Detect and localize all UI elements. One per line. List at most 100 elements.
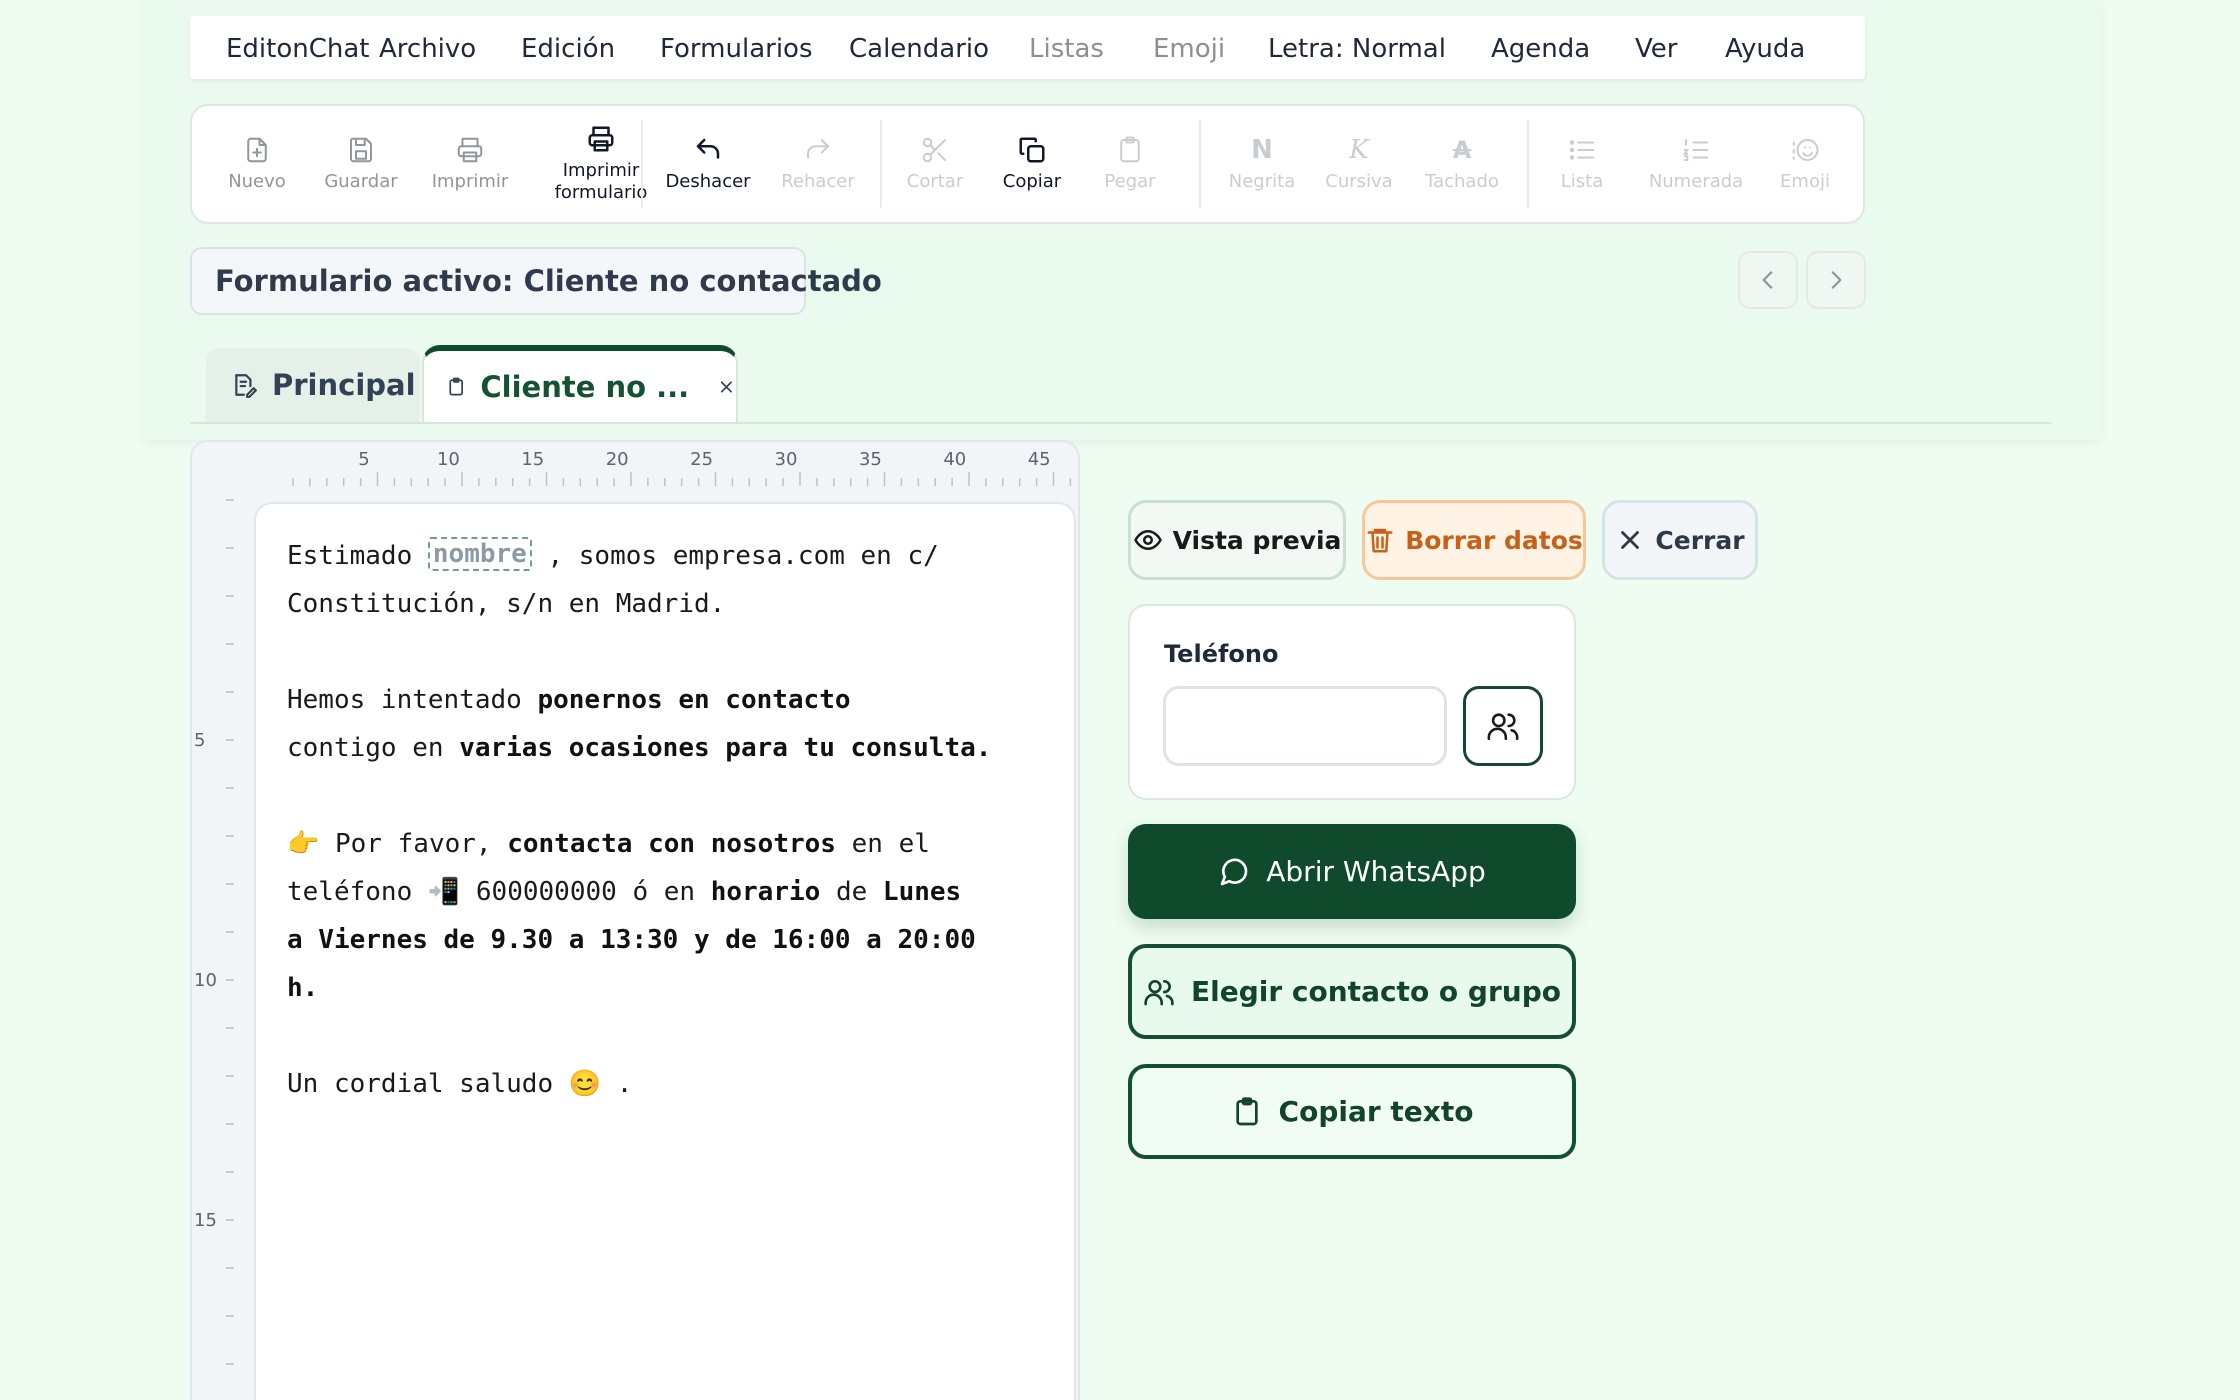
imprimir-formulario-label: Imprimir formulario	[554, 160, 648, 203]
emoji-button[interactable]: Emoji	[1765, 106, 1845, 222]
guardar-button[interactable]: Guardar	[316, 106, 406, 222]
previous-button[interactable]	[1738, 251, 1798, 309]
rehacer-label: Rehacer	[781, 171, 855, 192]
imprimir-button[interactable]: Imprimir	[420, 106, 520, 222]
menu-listas[interactable]: Listas	[1029, 34, 1104, 64]
phone-contacts-button[interactable]	[1463, 686, 1543, 766]
ruler-label: 35	[859, 449, 882, 470]
ruler-label: 40	[943, 449, 966, 470]
menu-bar: EditonChat Archivo Edición Formularios C…	[190, 16, 1865, 79]
bold-icon: N	[1251, 135, 1273, 165]
close-label: Cerrar	[1655, 525, 1745, 555]
copy-text-button[interactable]: Copiar texto	[1128, 1064, 1576, 1159]
text-run: Hemos intentado	[287, 685, 538, 715]
imprimir-label: Imprimir	[431, 171, 509, 192]
ruler-label: 20	[606, 449, 629, 470]
pegar-button[interactable]: Pegar	[1090, 106, 1170, 222]
bold-text: contacta con nosotros	[507, 829, 836, 859]
copy-icon	[1019, 137, 1045, 163]
bullet-list-icon	[1569, 140, 1595, 160]
open-whatsapp-label: Abrir WhatsApp	[1266, 855, 1486, 888]
ruler-label: 5	[358, 449, 369, 470]
rehacer-button[interactable]: Rehacer	[768, 106, 868, 222]
tab-principal[interactable]: Principal	[206, 348, 420, 422]
emoji-icon	[1792, 139, 1819, 161]
clear-data-button[interactable]: Borrar datos	[1362, 500, 1586, 580]
copy-text-label: Copiar texto	[1278, 1095, 1474, 1128]
numerada-button[interactable]: Numerada	[1641, 106, 1751, 222]
text-run: contigo en	[287, 733, 460, 763]
numbered-list-icon	[1682, 139, 1709, 161]
negrita-label: Negrita	[1228, 171, 1296, 192]
copiar-button[interactable]: Copiar	[992, 106, 1072, 222]
bold-text: a Viernes de 9.30 a 13:30 y de 16:00 a 2…	[287, 925, 976, 955]
bold-text: varias ocasiones para tu consulta.	[459, 733, 992, 763]
document-edit-icon	[235, 374, 257, 398]
phone-input[interactable]	[1163, 686, 1447, 766]
menu-ver[interactable]: Ver	[1635, 34, 1677, 64]
text-run: Estimado	[287, 541, 428, 571]
text-run: Un cordial saludo 😊 .	[287, 1069, 633, 1099]
menu-archivo[interactable]: Archivo	[379, 34, 476, 64]
close-tab-icon[interactable]	[717, 375, 736, 399]
text-run: teléfono 📲 600000000 ó en	[287, 877, 711, 907]
open-whatsapp-button[interactable]: Abrir WhatsApp	[1128, 824, 1576, 919]
toolbar-separator	[1527, 120, 1529, 208]
clipboard-icon	[1120, 136, 1140, 163]
bold-text: h.	[287, 973, 319, 1003]
phone-card: Teléfono	[1128, 604, 1576, 800]
numerada-label: Numerada	[1648, 171, 1744, 192]
bold-text: ponernos en contacto	[537, 685, 851, 715]
clear-data-label: Borrar datos	[1405, 525, 1583, 555]
choose-contact-button[interactable]: Elegir contacto o grupo	[1128, 944, 1576, 1039]
toolbar-separator	[641, 120, 643, 208]
cursiva-button[interactable]: K Cursiva	[1314, 106, 1404, 222]
tab-cliente[interactable]: Cliente no ...	[422, 345, 738, 422]
chat-bubble-icon	[1220, 858, 1248, 885]
imprimir-formulario-button[interactable]: Imprimir formulario	[526, 106, 676, 222]
redo-icon	[807, 139, 829, 159]
lista-button[interactable]: Lista	[1542, 106, 1622, 222]
close-icon	[1621, 531, 1640, 549]
lista-label: Lista	[1560, 171, 1604, 192]
nuevo-label: Nuevo	[228, 171, 286, 192]
eye-icon	[1133, 530, 1162, 550]
preview-button[interactable]: Vista previa	[1128, 500, 1346, 580]
active-form-label: Formulario activo: Cliente no contactado	[190, 247, 882, 315]
ruler-label: 30	[775, 449, 798, 470]
cursiva-label: Cursiva	[1325, 171, 1393, 192]
menu-ayuda[interactable]: Ayuda	[1725, 34, 1805, 64]
nuevo-button[interactable]: Nuevo	[220, 106, 294, 222]
clipboard-icon	[1235, 1096, 1258, 1125]
close-button[interactable]: Cerrar	[1602, 500, 1758, 580]
tachado-button[interactable]: A Tachado	[1412, 106, 1512, 222]
menu-edicion[interactable]: Edición	[521, 34, 615, 64]
ruler-label: 5	[194, 730, 205, 751]
menu-emoji[interactable]: Emoji	[1153, 34, 1225, 64]
menu-calendario[interactable]: Calendario	[849, 34, 989, 64]
menu-letra[interactable]: Letra: Normal	[1268, 34, 1446, 64]
negrita-button[interactable]: N Negrita	[1217, 106, 1307, 222]
menu-formularios[interactable]: Formularios	[660, 34, 813, 64]
text-run: , somos empresa.com en c/	[531, 541, 939, 571]
next-button[interactable]	[1806, 251, 1866, 309]
text-run: Constitución, s/n en Madrid.	[287, 589, 726, 619]
deshacer-button[interactable]: Deshacer	[658, 106, 758, 222]
ruler-label: 15	[521, 449, 544, 470]
placeholder-field-nombre[interactable]: nombre	[427, 537, 532, 571]
users-icon	[1487, 713, 1519, 741]
ruler-label: 45	[1028, 449, 1051, 470]
tab-cliente-label: Cliente no ...	[480, 369, 690, 404]
clipboard-icon	[449, 377, 463, 395]
document-text[interactable]: Estimado nombre , somos empresa.com en c…	[287, 532, 1067, 1108]
cortar-button[interactable]: Cortar	[895, 106, 975, 222]
toolbar: Nuevo Guardar Imprimir Imprimir formular…	[190, 104, 1865, 224]
tachado-label: Tachado	[1425, 171, 1499, 192]
text-run: 👉 Por favor,	[287, 829, 508, 859]
app-name: EditonChat	[226, 34, 370, 64]
scissors-icon	[922, 137, 946, 163]
cortar-label: Cortar	[906, 171, 964, 192]
menu-agenda[interactable]: Agenda	[1491, 34, 1590, 64]
printer-form-icon	[588, 126, 614, 152]
text-run: en el	[835, 829, 930, 859]
